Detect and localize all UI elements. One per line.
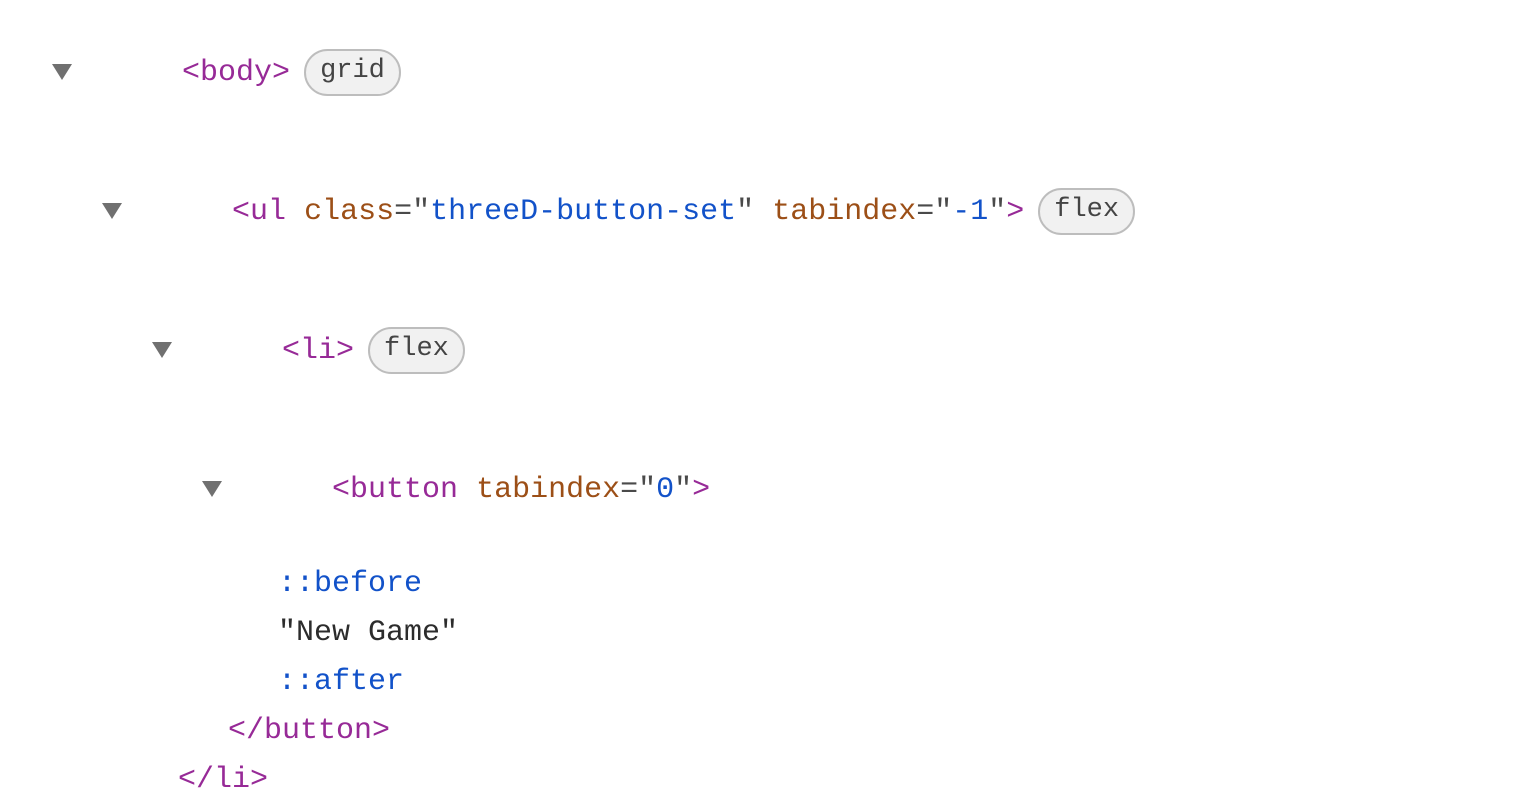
node-tag-close: >	[1006, 195, 1024, 229]
layout-badge[interactable]: flex	[368, 327, 465, 374]
node-tag: </li>	[178, 758, 268, 803]
attr-class-value: threeD-button-set	[430, 195, 736, 229]
dom-pseudo-before[interactable]: ::before	[0, 560, 1526, 609]
dom-tree-panel: <body> grid <ul class="threeD-button-set…	[0, 0, 1526, 805]
dom-pseudo-after[interactable]: ::after	[0, 658, 1526, 707]
attr-tabindex-name: tabindex	[476, 473, 620, 507]
attr-tabindex-value: 0	[656, 473, 674, 507]
dom-text-node[interactable]: "New Game"	[0, 609, 1526, 658]
expand-triangle-icon[interactable]	[52, 64, 72, 80]
text-content: "New Game"	[278, 611, 458, 656]
dom-node-ul[interactable]: <ul class="threeD-button-set" tabindex="…	[0, 143, 1526, 282]
node-tag: <body>	[182, 56, 290, 90]
expand-triangle-icon[interactable]	[102, 203, 122, 219]
expand-triangle-icon[interactable]	[152, 342, 172, 358]
attr-tabindex-value: -1	[952, 195, 988, 229]
node-tag: </button>	[228, 709, 390, 754]
pseudo-element: ::after	[278, 660, 404, 705]
node-tag-open: <button	[332, 473, 458, 507]
dom-node-li[interactable]: <li> flex	[0, 282, 1526, 421]
attr-class-name: class	[304, 195, 394, 229]
dom-node-button-close[interactable]: </button>	[0, 707, 1526, 756]
layout-badge[interactable]: flex	[1038, 188, 1135, 235]
expand-triangle-icon[interactable]	[202, 481, 222, 497]
dom-node-button[interactable]: <button tabindex="0">	[0, 421, 1526, 560]
node-tag-open: <ul	[232, 195, 286, 229]
pseudo-element: ::before	[278, 562, 422, 607]
dom-node-body[interactable]: <body> grid	[0, 4, 1526, 143]
layout-badge[interactable]: grid	[304, 49, 401, 96]
dom-node-li-close[interactable]: </li>	[0, 756, 1526, 805]
attr-tabindex-name: tabindex	[772, 195, 916, 229]
node-tag-close: >	[692, 473, 710, 507]
node-tag: <li>	[282, 334, 354, 368]
